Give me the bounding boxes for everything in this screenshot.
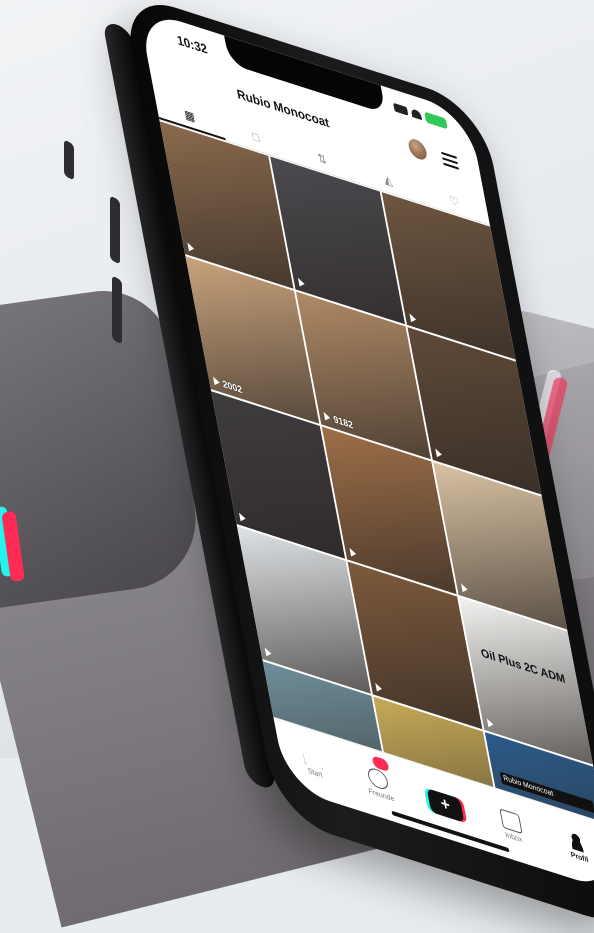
status-time: 10:32 — [175, 32, 209, 58]
nav-profile-label: Profil — [570, 851, 590, 865]
battery-icon — [424, 111, 448, 130]
play-icon — [375, 682, 384, 694]
status-icons — [393, 102, 448, 130]
nav-home-label: Start — [307, 767, 324, 780]
play-icon — [298, 277, 306, 289]
view-count — [434, 448, 445, 460]
play-icon — [486, 718, 494, 729]
play-icon — [264, 647, 273, 659]
nav-friends-label: Freunde — [368, 787, 396, 804]
view-count — [298, 277, 308, 290]
view-count — [187, 242, 197, 255]
view-count — [375, 682, 386, 695]
phone-mockup: 10:32 Rubio Monocoat ▦ □ ⇅ ◭ ♡ 2002 9182 O… — [0, 0, 594, 933]
volume-down-button — [110, 195, 120, 265]
grid-icon: ▦ — [183, 107, 197, 125]
video-caption: Oil Plus 2C ADM — [479, 646, 567, 687]
view-count — [409, 313, 419, 325]
avatar[interactable] — [406, 136, 429, 162]
play-icon — [323, 411, 332, 423]
wifi-icon — [410, 108, 423, 121]
volume-down-button — [112, 275, 122, 345]
play-icon — [238, 512, 247, 524]
profile-icon — [567, 830, 587, 854]
play-icon — [434, 448, 443, 459]
menu-icon[interactable] — [441, 151, 460, 170]
view-count — [238, 512, 249, 525]
volume-up-button — [64, 139, 74, 181]
repost-icon: ⇅ — [316, 151, 328, 168]
view-count — [264, 647, 275, 660]
play-icon — [187, 242, 195, 254]
play-icon — [212, 376, 221, 388]
view-count — [486, 718, 496, 730]
inbox-icon — [498, 808, 523, 834]
view-count-text: 2002 — [221, 378, 244, 396]
play-icon — [349, 547, 358, 559]
play-icon — [460, 583, 469, 594]
signal-icon — [393, 102, 409, 116]
heart-icon: ♡ — [448, 193, 461, 210]
view-count-text: 9182 — [332, 413, 355, 431]
view-count — [460, 583, 471, 595]
bookmark-icon: ◭ — [382, 172, 394, 189]
play-icon — [409, 313, 417, 324]
view-count — [349, 547, 360, 560]
lock-icon: □ — [251, 130, 261, 146]
create-plus-button[interactable]: + — [426, 788, 465, 823]
